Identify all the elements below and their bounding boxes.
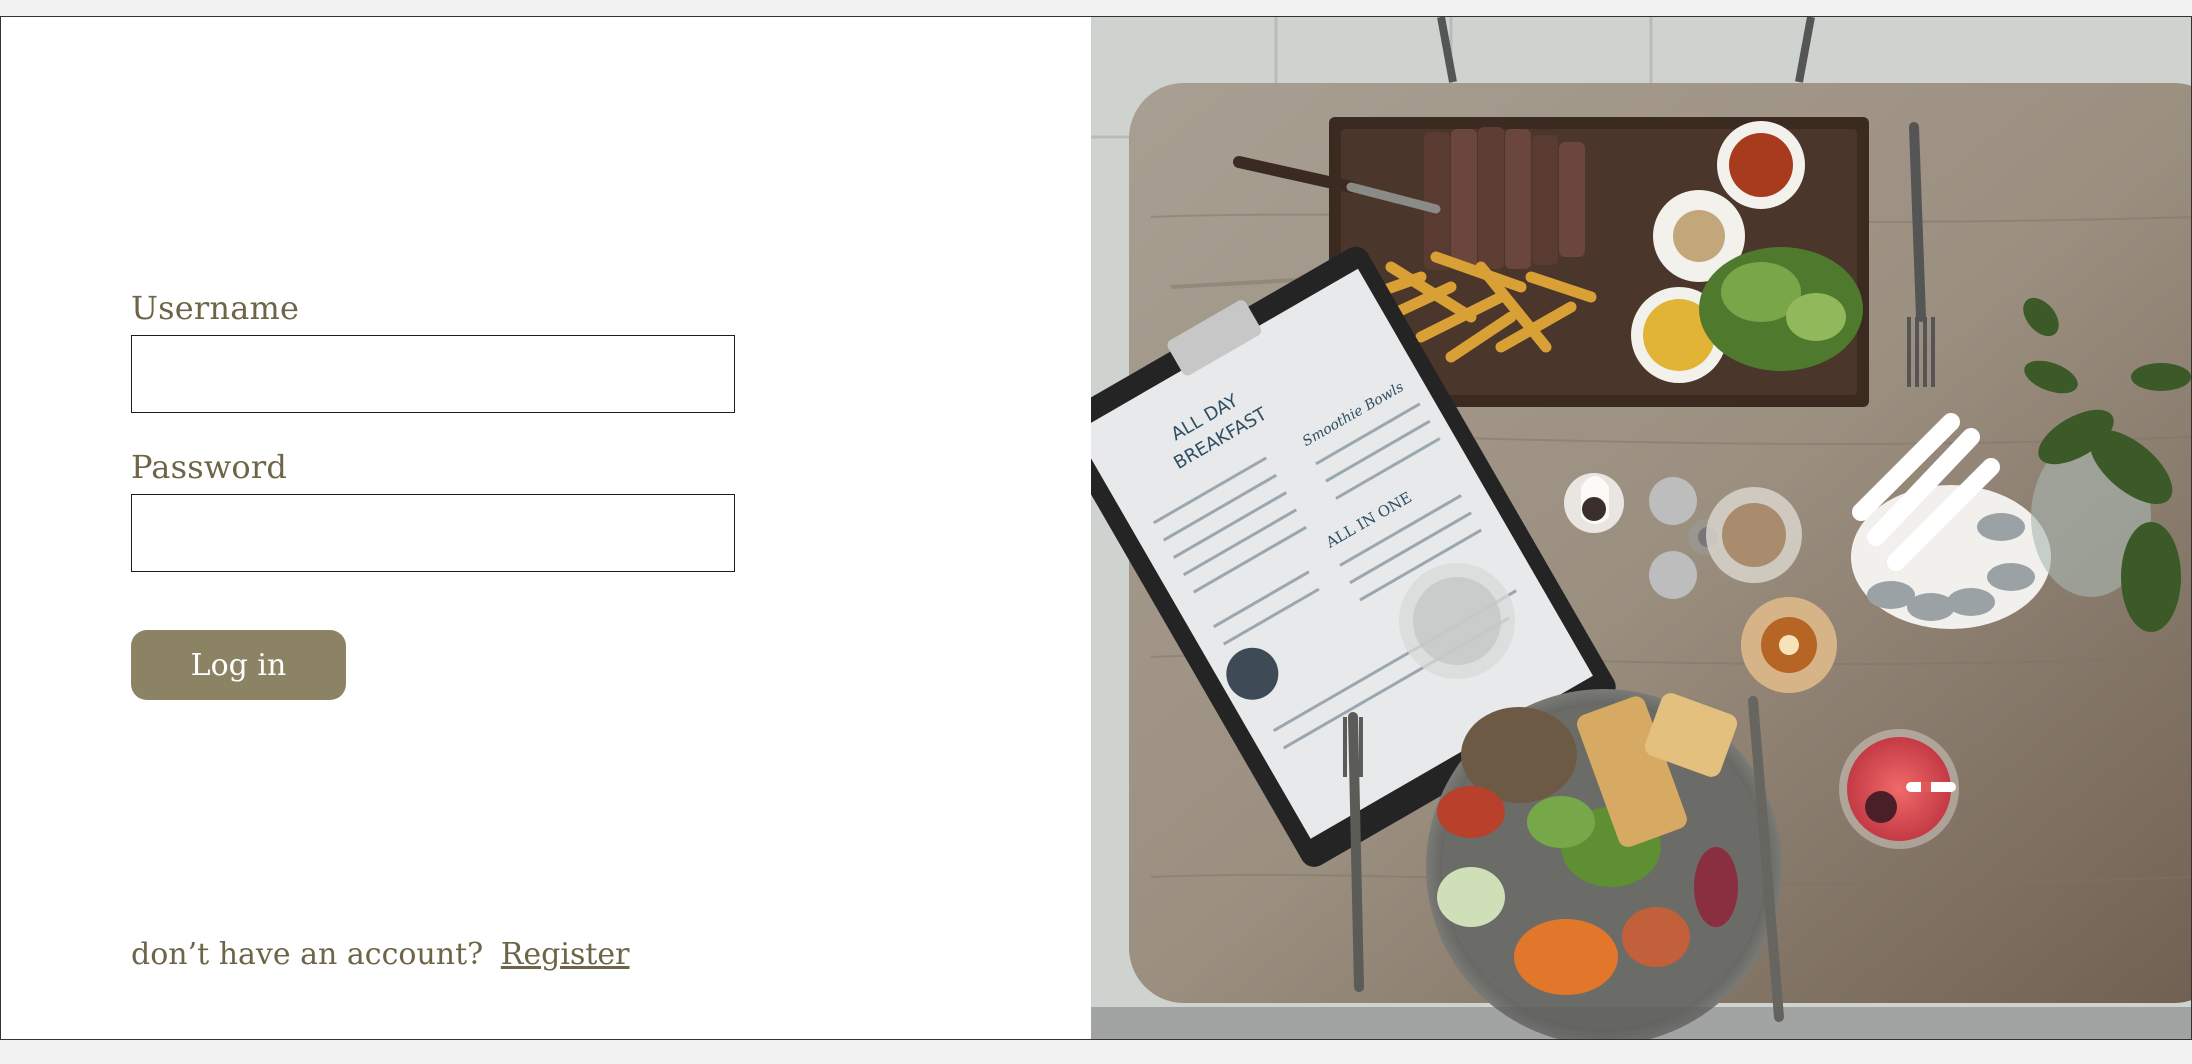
smoothie-drink — [1839, 729, 1959, 849]
register-link[interactable]: Register — [501, 937, 630, 972]
username-input[interactable] — [131, 335, 735, 413]
login-panel: Username Password Log in don’t have an a… — [1, 17, 1091, 1039]
register-prompt-text: don’t have an account? — [131, 937, 484, 972]
login-button[interactable]: Log in — [131, 630, 346, 700]
food-photo: ALL DAY BREAKFAST Smoothie Bowls ALL IN … — [1091, 17, 2191, 1039]
login-page-frame: Username Password Log in don’t have an a… — [0, 16, 2192, 1040]
register-prompt-line: don’t have an account? Register — [131, 937, 629, 972]
food-photo-illustration: ALL DAY BREAKFAST Smoothie Bowls ALL IN … — [1091, 17, 2191, 1039]
board-salad — [1699, 247, 1863, 371]
username-label: Username — [131, 289, 300, 327]
salad-bowl — [1426, 689, 1782, 1039]
password-label: Password — [131, 448, 288, 486]
password-input[interactable] — [131, 494, 735, 572]
